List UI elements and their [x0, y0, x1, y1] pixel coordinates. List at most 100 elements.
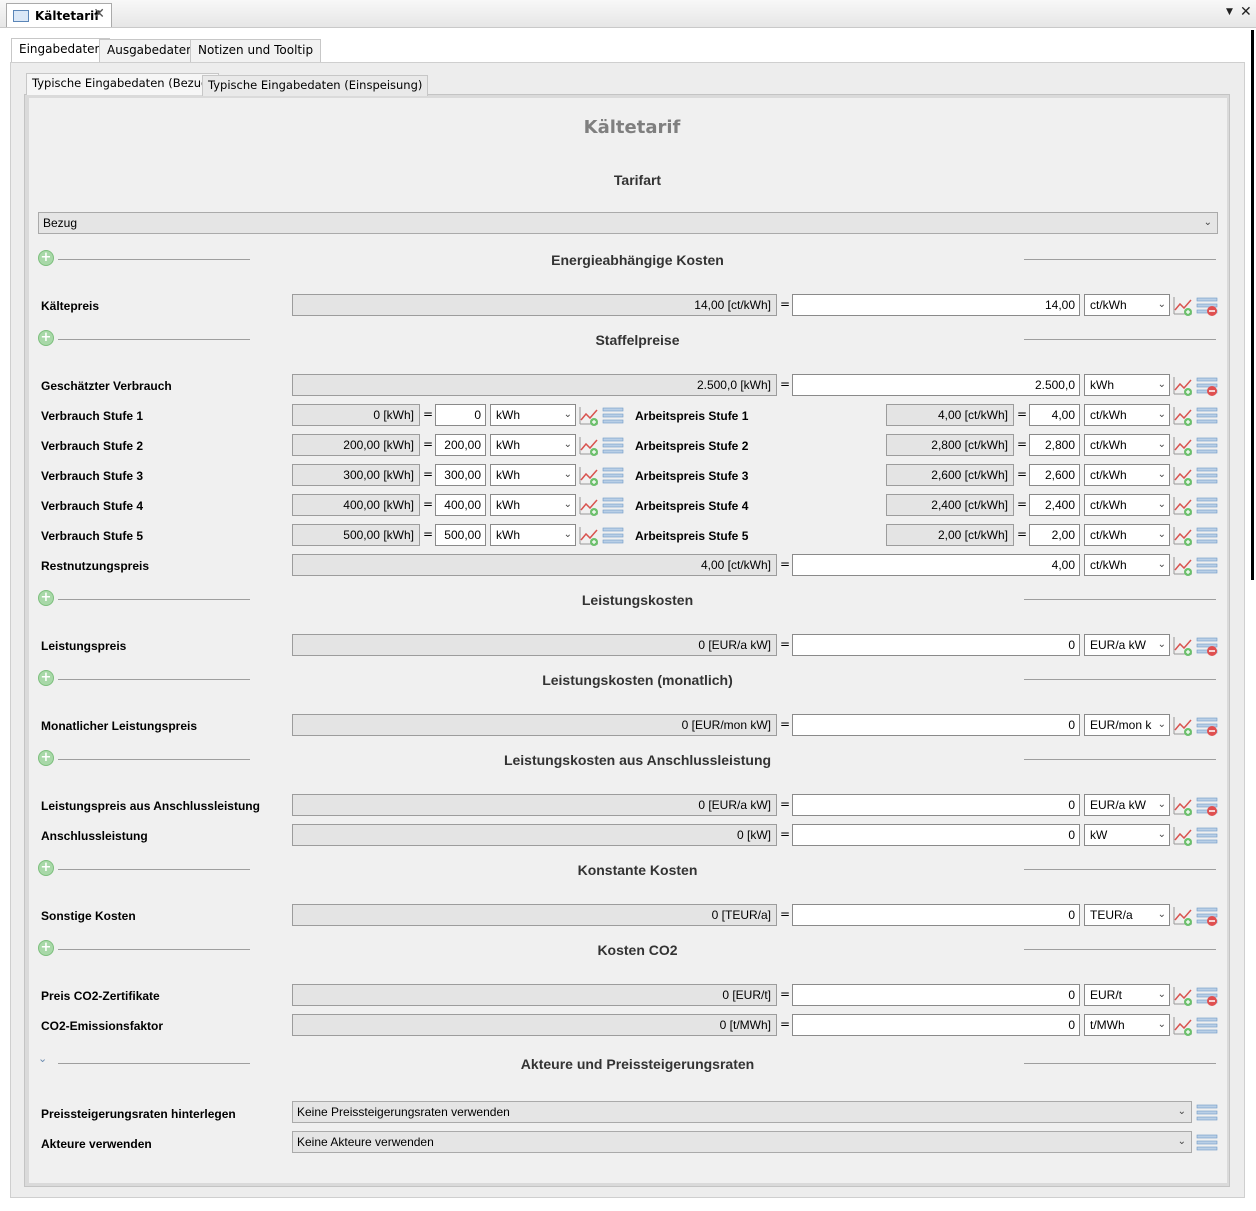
time-series-chart-icon[interactable] [578, 465, 600, 487]
list-remove-icon[interactable] [1196, 375, 1218, 397]
input-verbrauch[interactable]: 2.500,0 [792, 374, 1080, 396]
list-icon[interactable] [602, 405, 624, 427]
arbeitspreis-stufe-unit-select[interactable]: ct/kWh ⌄ [1084, 524, 1170, 546]
tab-notizen[interactable]: Notizen und Tooltip [190, 39, 322, 62]
arbeitspreis-stufe-input[interactable]: 4,00 [1029, 404, 1080, 426]
select-preissteigerung[interactable]: Keine Preissteigerungsraten verwenden ⌄ [292, 1101, 1192, 1123]
verbrauch-stufe-unit-select[interactable]: kWh ⌄ [490, 464, 576, 486]
list-icon[interactable] [1196, 555, 1218, 577]
time-series-chart-icon[interactable] [1172, 825, 1194, 847]
arbeitspreis-stufe-input[interactable]: 2,600 [1029, 464, 1080, 486]
expand-section-icon[interactable]: + [38, 330, 54, 346]
verbrauch-stufe-input[interactable]: 400,00 [435, 494, 486, 516]
input-anschlussleistung[interactable]: 0 [792, 824, 1080, 846]
list-icon[interactable] [602, 435, 624, 457]
tarifart-select[interactable]: Bezug ⌄ [38, 212, 1218, 234]
time-series-chart-icon[interactable] [1172, 295, 1194, 317]
time-series-chart-icon[interactable] [1172, 795, 1194, 817]
time-series-chart-icon[interactable] [1172, 435, 1194, 457]
list-icon[interactable] [1196, 825, 1218, 847]
expand-section-icon[interactable]: + [38, 750, 54, 766]
unit-select-monatlich[interactable]: EUR/mon k ⌄ [1084, 714, 1170, 736]
time-series-chart-icon[interactable] [1172, 495, 1194, 517]
time-series-chart-icon[interactable] [1172, 905, 1194, 927]
unit-select-co2preis[interactable]: EUR/t ⌄ [1084, 984, 1170, 1006]
unit-select-rest[interactable]: ct/kWh ⌄ [1084, 554, 1170, 576]
input-leistungspreis[interactable]: 0 [792, 634, 1080, 656]
input-co2preis[interactable]: 0 [792, 984, 1080, 1006]
time-series-chart-icon[interactable] [1172, 555, 1194, 577]
close-tab-icon[interactable]: ✕ [93, 6, 105, 22]
time-series-chart-icon[interactable] [1172, 635, 1194, 657]
expand-section-icon[interactable]: + [38, 860, 54, 876]
arbeitspreis-stufe-input[interactable]: 2,800 [1029, 434, 1080, 456]
tab-ausgabedaten[interactable]: Ausgabedaten [99, 39, 202, 62]
list-remove-icon[interactable] [1196, 985, 1218, 1007]
time-series-chart-icon[interactable] [578, 495, 600, 517]
time-series-chart-icon[interactable] [1172, 1015, 1194, 1037]
time-series-chart-icon[interactable] [1172, 375, 1194, 397]
arbeitspreis-stufe-unit-select[interactable]: ct/kWh ⌄ [1084, 404, 1170, 426]
input-rest[interactable]: 4,00 [792, 554, 1080, 576]
document-tab[interactable]: Kältetarif ✕ [6, 3, 112, 27]
input-anschlusspreis[interactable]: 0 [792, 794, 1080, 816]
unit-select-kaeltepreis[interactable]: ct/kWh ⌄ [1084, 294, 1170, 316]
time-series-chart-icon[interactable] [1172, 525, 1194, 547]
list-icon[interactable] [602, 525, 624, 547]
tab-eingabedaten[interactable]: Eingabedaten [11, 38, 111, 62]
arbeitspreis-stufe-unit-select[interactable]: ct/kWh ⌄ [1084, 494, 1170, 516]
input-sonstige[interactable]: 0 [792, 904, 1080, 926]
expand-section-icon[interactable]: + [38, 250, 54, 266]
list-icon[interactable] [1196, 495, 1218, 517]
list-icon[interactable] [602, 495, 624, 517]
verbrauch-stufe-input[interactable]: 0 [435, 404, 486, 426]
verbrauch-stufe-input[interactable]: 500,00 [435, 524, 486, 546]
arbeitspreis-stufe-unit-select[interactable]: ct/kWh ⌄ [1084, 434, 1170, 456]
verbrauch-stufe-input[interactable]: 200,00 [435, 434, 486, 456]
unit-select-verbrauch[interactable]: kWh ⌄ [1084, 374, 1170, 396]
arbeitspreis-stufe-unit-select[interactable]: ct/kWh ⌄ [1084, 464, 1170, 486]
unit-select-anschlusspreis[interactable]: EUR/a kW ⌄ [1084, 794, 1170, 816]
input-kaeltepreis[interactable]: 14,00 [792, 294, 1080, 316]
time-series-chart-icon[interactable] [1172, 985, 1194, 1007]
input-monatlich[interactable]: 0 [792, 714, 1080, 736]
verbrauch-stufe-unit-select[interactable]: kWh ⌄ [490, 494, 576, 516]
verbrauch-stufe-input[interactable]: 300,00 [435, 464, 486, 486]
tab-bezug[interactable]: Typische Eingabedaten (Bezug) [26, 73, 219, 95]
list-remove-icon[interactable] [1196, 715, 1218, 737]
close-window-icon[interactable]: ✕ [1240, 4, 1252, 20]
list-remove-icon[interactable] [1196, 635, 1218, 657]
verbrauch-stufe-unit-select[interactable]: kWh ⌄ [490, 434, 576, 456]
time-series-chart-icon[interactable] [1172, 405, 1194, 427]
expand-section-icon[interactable]: + [38, 670, 54, 686]
list-remove-icon[interactable] [1196, 905, 1218, 927]
list-icon[interactable] [1196, 1102, 1218, 1124]
time-series-chart-icon[interactable] [578, 435, 600, 457]
unit-select-sonstige[interactable]: TEUR/a ⌄ [1084, 904, 1170, 926]
list-remove-icon[interactable] [1196, 295, 1218, 317]
time-series-chart-icon[interactable] [578, 525, 600, 547]
input-co2faktor[interactable]: 0 [792, 1014, 1080, 1036]
list-icon[interactable] [1196, 1132, 1218, 1154]
arbeitspreis-stufe-input[interactable]: 2,400 [1029, 494, 1080, 516]
time-series-chart-icon[interactable] [578, 405, 600, 427]
list-icon[interactable] [602, 465, 624, 487]
scrollbar[interactable] [1251, 30, 1254, 580]
list-remove-icon[interactable] [1196, 795, 1218, 817]
list-icon[interactable] [1196, 435, 1218, 457]
list-icon[interactable] [1196, 525, 1218, 547]
verbrauch-stufe-unit-select[interactable]: kWh ⌄ [490, 524, 576, 546]
unit-select-anschlussleistung[interactable]: kW ⌄ [1084, 824, 1170, 846]
unit-select-co2faktor[interactable]: t/MWh ⌄ [1084, 1014, 1170, 1036]
list-icon[interactable] [1196, 405, 1218, 427]
arbeitspreis-stufe-input[interactable]: 2,00 [1029, 524, 1080, 546]
expand-section-icon[interactable]: + [38, 940, 54, 956]
view-menu-icon[interactable]: ▼ [1226, 7, 1233, 17]
tab-einspeisung[interactable]: Typische Eingabedaten (Einspeisung) [202, 75, 429, 96]
time-series-chart-icon[interactable] [1172, 715, 1194, 737]
unit-select-leistungspreis[interactable]: EUR/a kW ⌄ [1084, 634, 1170, 656]
list-icon[interactable] [1196, 1015, 1218, 1037]
list-icon[interactable] [1196, 465, 1218, 487]
verbrauch-stufe-unit-select[interactable]: kWh ⌄ [490, 404, 576, 426]
expand-section-icon[interactable]: + [38, 590, 54, 606]
